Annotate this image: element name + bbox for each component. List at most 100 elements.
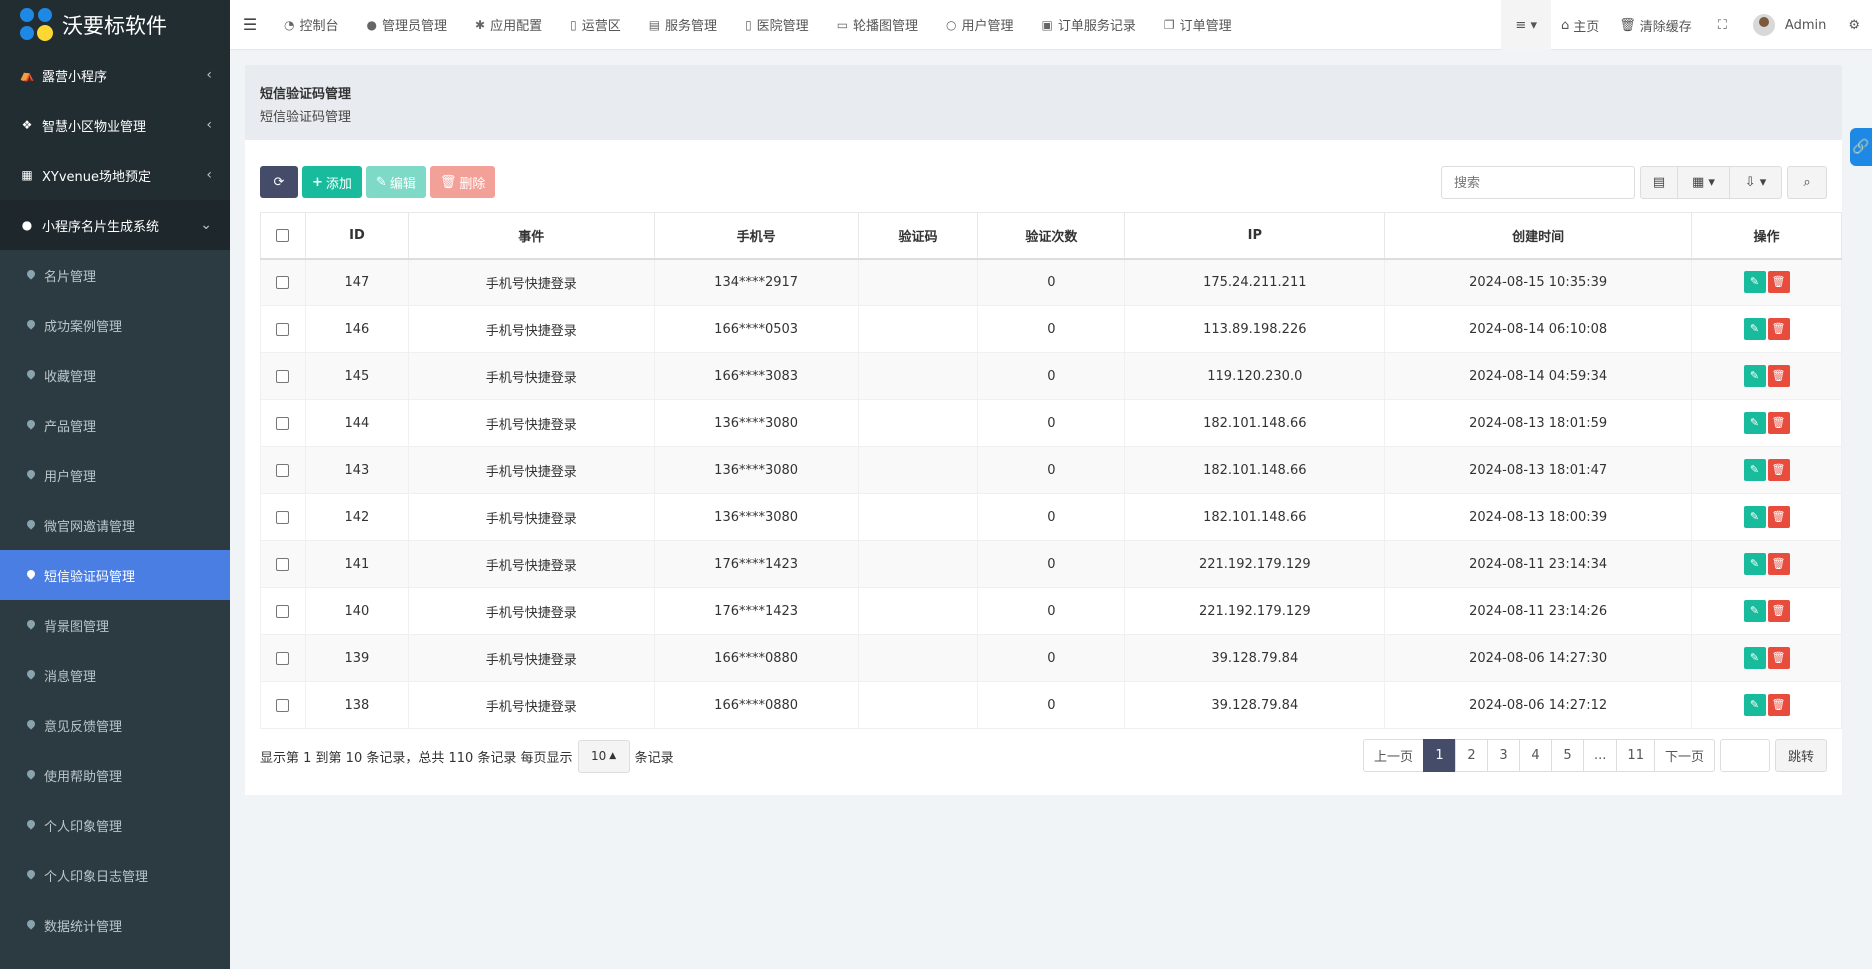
delete-row-button[interactable]: 🗑 bbox=[1767, 318, 1790, 340]
columns-dropdown-icon[interactable]: ▦ ▾ bbox=[1678, 166, 1730, 199]
table-row[interactable]: 140 手机号快捷登录 176****1423 0 221.192.179.129 202… bbox=[260, 587, 1842, 635]
table-row[interactable]: 143 手机号快捷登录 136****3080 0 182.101.148.66 2024… bbox=[260, 446, 1842, 494]
page-button[interactable]: 3 bbox=[1487, 739, 1521, 772]
page-size-select[interactable]: 10 ▲ bbox=[577, 739, 630, 773]
select-all-checkbox[interactable] bbox=[276, 228, 290, 242]
fullscreen-icon[interactable]: ⛶ bbox=[1702, 0, 1743, 50]
table-row[interactable]: 145 手机号快捷登录 166****3083 0 119.120.230.0 2024-… bbox=[260, 352, 1842, 400]
nav-tab[interactable]: ▤ 服务管理 bbox=[635, 0, 731, 50]
export-dropdown-icon[interactable]: ⇩ ▾ bbox=[1730, 166, 1782, 199]
table-row[interactable]: 138 手机号快捷登录 166****0880 0 39.128.79.84 2024-0… bbox=[260, 681, 1842, 729]
home-link[interactable]: ⌂ 主页 bbox=[1551, 0, 1609, 50]
delete-row-button[interactable]: 🗑 bbox=[1767, 506, 1790, 528]
sidebar-item[interactable]: 相册管理 bbox=[0, 950, 230, 969]
sidebar-item[interactable]: 产品管理 bbox=[0, 400, 230, 450]
jump-page-input[interactable] bbox=[1719, 739, 1770, 772]
sidebar-item[interactable]: 数据统计管理 bbox=[0, 900, 230, 950]
col-header[interactable]: 验证次数 bbox=[977, 212, 1126, 260]
sidebar-item[interactable]: 使用帮助管理 bbox=[0, 750, 230, 800]
row-checkbox[interactable] bbox=[276, 604, 290, 618]
row-checkbox[interactable] bbox=[276, 510, 290, 524]
edit-row-button[interactable]: ✎ bbox=[1743, 506, 1766, 528]
row-checkbox[interactable] bbox=[276, 416, 290, 430]
sidebar-group[interactable]: ● 小程序名片生成系统 ⌄ bbox=[0, 200, 230, 250]
refresh-button[interactable]: ⟳ bbox=[260, 166, 298, 198]
settings-icon[interactable]: ⚙ bbox=[1836, 0, 1872, 50]
brand-logo[interactable]: 沃要标软件 bbox=[0, 0, 230, 50]
page-button[interactable]: 1 bbox=[1423, 739, 1457, 772]
sidebar-item[interactable]: 消息管理 bbox=[0, 650, 230, 700]
sidebar-group[interactable]: ▦ XYvenue场地预定 ‹ bbox=[0, 150, 230, 200]
sidebar-group[interactable]: ⛺ 露营小程序 ‹ bbox=[0, 50, 230, 100]
delete-row-button[interactable]: 🗑 bbox=[1767, 647, 1790, 669]
col-header[interactable]: 事件 bbox=[407, 212, 655, 260]
delete-row-button[interactable]: 🗑 bbox=[1767, 600, 1790, 622]
row-checkbox[interactable] bbox=[276, 463, 290, 477]
page-button[interactable]: 2 bbox=[1455, 739, 1489, 772]
sidebar-group[interactable]: ❖ 智慧小区物业管理 ‹ bbox=[0, 100, 230, 150]
prev-page-button[interactable]: 上一页 bbox=[1363, 739, 1425, 772]
nav-tab[interactable]: ● 管理员管理 bbox=[353, 0, 462, 50]
edit-row-button[interactable]: ✎ bbox=[1743, 459, 1766, 481]
nav-tab[interactable]: ○ 用户管理 bbox=[932, 0, 1028, 50]
table-row[interactable]: 142 手机号快捷登录 136****3080 0 182.101.148.66 2024… bbox=[260, 493, 1842, 541]
edit-row-button[interactable]: ✎ bbox=[1743, 412, 1766, 434]
col-header[interactable]: IP bbox=[1124, 212, 1386, 260]
link-icon[interactable]: 🔗 bbox=[1850, 128, 1872, 166]
clear-cache-button[interactable]: 🗑 清除缓存 bbox=[1609, 0, 1702, 50]
sidebar-item[interactable]: 意见反馈管理 bbox=[0, 700, 230, 750]
edit-row-button[interactable]: ✎ bbox=[1743, 365, 1766, 387]
sidebar-item[interactable]: 用户管理 bbox=[0, 450, 230, 500]
row-checkbox[interactable] bbox=[276, 322, 290, 336]
nav-tab[interactable]: ▯ 医院管理 bbox=[731, 0, 823, 50]
nav-tab[interactable]: ▣ 订单服务记录 bbox=[1028, 0, 1150, 50]
row-checkbox[interactable] bbox=[276, 369, 290, 383]
edit-row-button[interactable]: ✎ bbox=[1743, 318, 1766, 340]
search-icon[interactable]: ⌕ bbox=[1787, 166, 1827, 199]
nav-tab[interactable]: ▭ 轮播图管理 bbox=[823, 0, 932, 50]
edit-row-button[interactable]: ✎ bbox=[1743, 271, 1766, 294]
col-header[interactable]: ID bbox=[304, 212, 409, 260]
sidebar-item[interactable]: 名片管理 bbox=[0, 250, 230, 300]
edit-row-button[interactable]: ✎ bbox=[1743, 600, 1766, 622]
page-button[interactable]: 5 bbox=[1551, 739, 1585, 772]
delete-row-button[interactable]: 🗑 bbox=[1767, 459, 1790, 481]
col-header[interactable]: 手机号 bbox=[653, 212, 859, 260]
row-checkbox[interactable] bbox=[276, 698, 290, 712]
edit-button[interactable]: ✎ 编辑 bbox=[365, 166, 426, 198]
user-menu[interactable]: Admin bbox=[1743, 0, 1836, 50]
row-checkbox[interactable] bbox=[276, 651, 290, 665]
page-button[interactable]: 4 bbox=[1519, 739, 1553, 772]
delete-row-button[interactable]: 🗑 bbox=[1767, 365, 1790, 387]
edit-row-button[interactable]: ✎ bbox=[1743, 647, 1766, 669]
col-header[interactable]: 验证码 bbox=[857, 212, 979, 260]
row-checkbox[interactable] bbox=[276, 275, 290, 289]
table-row[interactable]: 147 手机号快捷登录 134****2917 0 175.24.211.211 2024… bbox=[260, 258, 1842, 306]
nav-tab[interactable]: ❐ 订单管理 bbox=[1150, 0, 1246, 50]
menu-dropdown-icon[interactable]: ≡ ▾ bbox=[1501, 0, 1551, 50]
page-button[interactable]: 11 bbox=[1616, 739, 1655, 772]
sidebar-item[interactable]: 成功案例管理 bbox=[0, 300, 230, 350]
jump-button[interactable]: 跳转 bbox=[1774, 739, 1827, 772]
sidebar-toggle-icon[interactable]: ☰ bbox=[230, 0, 270, 50]
table-row[interactable]: 144 手机号快捷登录 136****3080 0 182.101.148.66 2024… bbox=[260, 399, 1842, 447]
col-header[interactable]: 创建时间 bbox=[1384, 212, 1693, 260]
sidebar-item[interactable]: 个人印象日志管理 bbox=[0, 850, 230, 900]
delete-row-button[interactable]: 🗑 bbox=[1767, 271, 1790, 294]
delete-row-button[interactable]: 🗑 bbox=[1767, 694, 1790, 716]
table-row[interactable]: 139 手机号快捷登录 166****0880 0 39.128.79.84 2024-0… bbox=[260, 634, 1842, 682]
table-row[interactable]: 141 手机号快捷登录 176****1423 0 221.192.179.129 202… bbox=[260, 540, 1842, 588]
edit-row-button[interactable]: ✎ bbox=[1743, 694, 1766, 716]
delete-row-button[interactable]: 🗑 bbox=[1767, 553, 1790, 575]
sidebar-item[interactable]: 个人印象管理 bbox=[0, 800, 230, 850]
sidebar-item[interactable]: 短信验证码管理 bbox=[0, 550, 230, 600]
nav-tab[interactable]: ◔ 控制台 bbox=[270, 0, 353, 50]
add-button[interactable]: + 添加 bbox=[302, 166, 362, 198]
sidebar-item[interactable]: 收藏管理 bbox=[0, 350, 230, 400]
delete-row-button[interactable]: 🗑 bbox=[1767, 412, 1790, 434]
toggle-view-icon[interactable]: ▤ bbox=[1640, 166, 1678, 199]
nav-tab[interactable]: ✱ 应用配置 bbox=[461, 0, 556, 50]
sidebar-item[interactable]: 微官网邀请管理 bbox=[0, 500, 230, 550]
delete-button[interactable]: 🗑 删除 bbox=[429, 166, 496, 198]
next-page-button[interactable]: 下一页 bbox=[1653, 739, 1715, 772]
